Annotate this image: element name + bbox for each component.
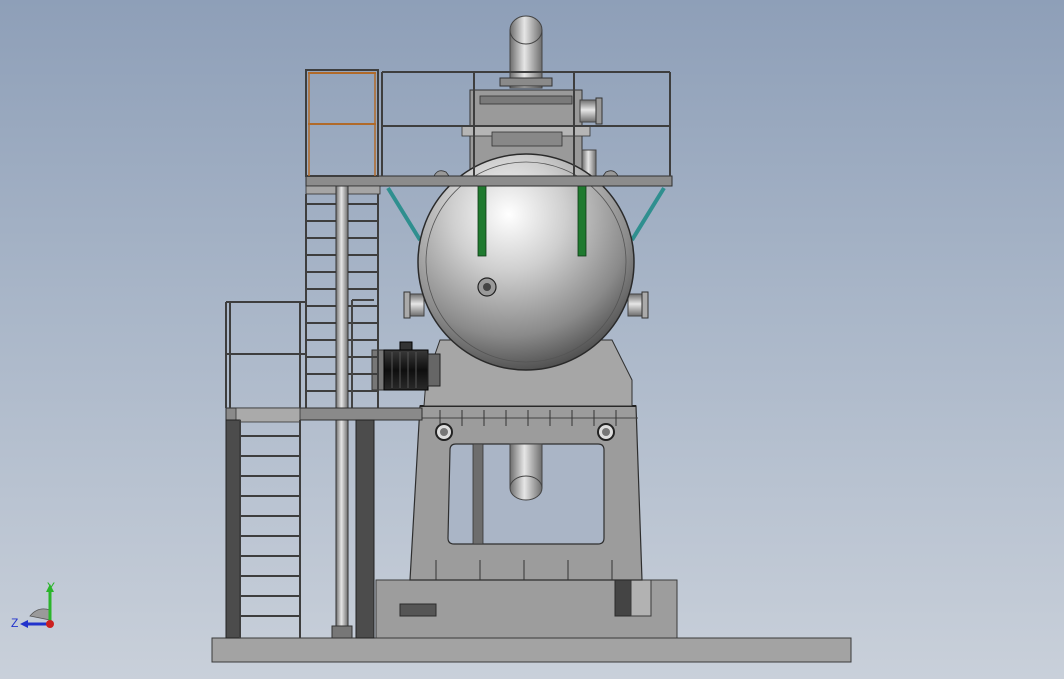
lower-ladder (225, 419, 301, 639)
top-vent-pipe (499, 15, 553, 89)
z-axis-label: Z (11, 616, 19, 630)
ladder-top-rail (305, 69, 379, 177)
y-axis-label: Y (47, 580, 56, 594)
x-axis-origin (46, 620, 54, 628)
foundation-block (375, 579, 678, 639)
drive-motor (371, 341, 441, 391)
orientation-triad[interactable]: Y Z (8, 578, 68, 638)
base-slab (211, 637, 852, 663)
middle-handrail (225, 301, 306, 408)
cad-viewport[interactable]: Y Z (0, 0, 1064, 679)
assembly-model[interactable] (0, 0, 1064, 679)
pedestal-frame (409, 339, 643, 581)
